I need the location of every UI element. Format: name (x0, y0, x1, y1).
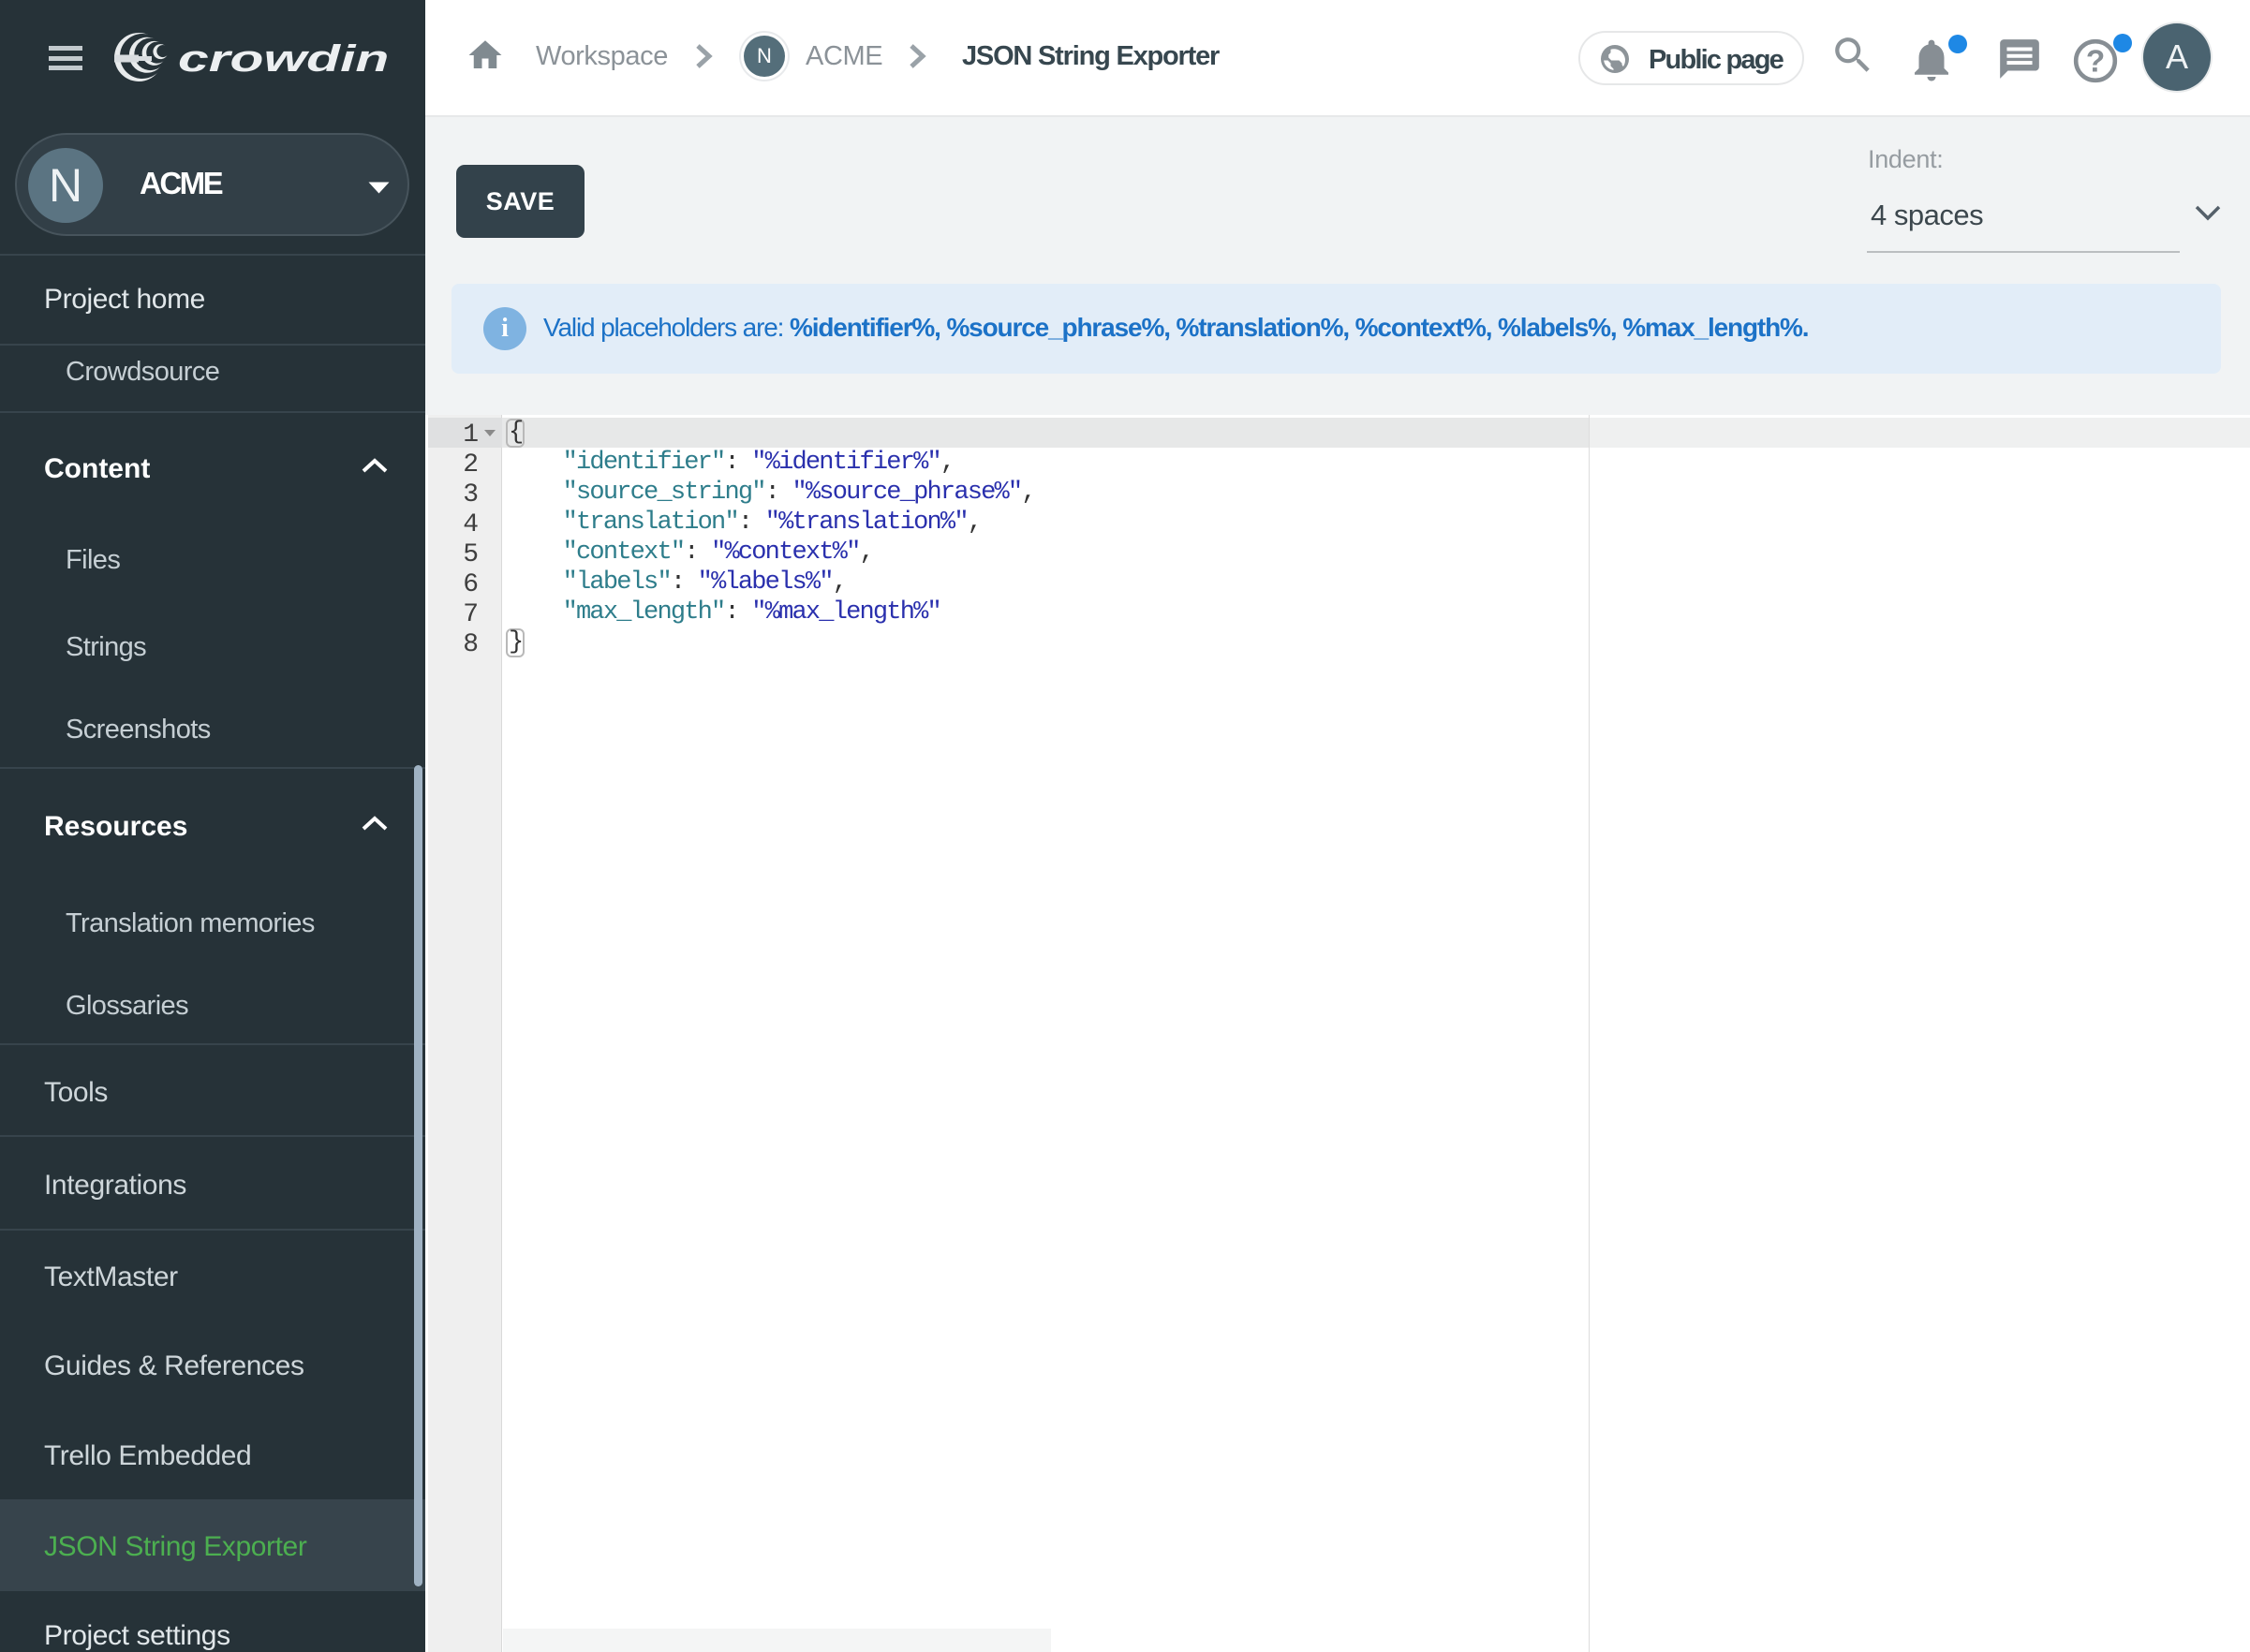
svg-text:?: ? (2086, 45, 2105, 80)
svg-text:crowdin: crowdin (178, 37, 389, 79)
